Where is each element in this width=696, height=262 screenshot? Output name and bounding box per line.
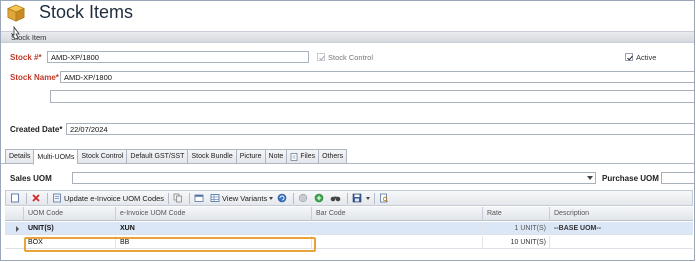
delete-row-button[interactable]: [31, 191, 43, 205]
save-icon: [352, 193, 362, 203]
toolbar-separator: [374, 192, 376, 204]
description-cell[interactable]: [550, 236, 693, 249]
grid-header: UOM Code e-Invoice UOM Code Bar Code Rat…: [5, 207, 693, 221]
toolbar-separator: [347, 192, 349, 204]
box-icon: [7, 4, 25, 22]
find-button[interactable]: [330, 191, 343, 205]
row-indicator-header: [5, 207, 24, 221]
preview-button[interactable]: [379, 191, 391, 205]
tab-stock-control[interactable]: Stock Control: [77, 149, 127, 164]
toolbar-separator: [47, 192, 48, 204]
title-bar: Stock Items: [1, 1, 694, 28]
toolbar-separator: [189, 192, 191, 204]
rate-cell[interactable]: 1 UNIT(S): [483, 222, 550, 235]
table-row[interactable]: UNIT(S) XUN 1 UNIT(S) --BASE UOM--: [5, 222, 693, 235]
sales-uom-select[interactable]: [72, 172, 596, 184]
copy-button[interactable]: [173, 191, 185, 205]
stock-control-label: Stock Control: [328, 53, 374, 62]
stock-items-window: Stock Items Stock Item Stock #* AMD-XP/1…: [0, 0, 695, 261]
section-header: Stock Item: [1, 31, 694, 43]
add-green-button[interactable]: [314, 191, 326, 205]
page-title: Stock Items: [39, 2, 134, 22]
toolbar-separator: [293, 192, 295, 204]
dropdown-arrow-icon: [366, 196, 371, 200]
plus-circle-icon: [314, 193, 324, 203]
column-header[interactable]: UOM Code: [24, 207, 116, 221]
copy-icon: [173, 193, 182, 203]
current-row-icon: [16, 226, 19, 232]
stock-name-field[interactable]: AMD-XP/1800: [60, 71, 694, 83]
einvoice-uom-cell[interactable]: XUN: [116, 222, 312, 235]
tab-others[interactable]: Others: [318, 149, 348, 164]
mouse-cursor-icon: [11, 26, 20, 40]
stock-control-checkbox[interactable]: [317, 53, 325, 61]
uom-code-cell[interactable]: UNIT(S): [24, 222, 116, 235]
tab-files[interactable]: Files: [286, 149, 319, 164]
description-cell[interactable]: --BASE UOM--: [550, 222, 693, 235]
attachment-icon: [290, 152, 298, 161]
update-einvoice-uom-button[interactable]: Update e-Invoice UOM Codes: [52, 191, 164, 205]
view-variants-button[interactable]: View Variants: [210, 191, 274, 205]
tab-details[interactable]: Details: [5, 149, 34, 164]
window-icon: [194, 194, 204, 202]
refresh-button[interactable]: [277, 191, 289, 205]
tab-strip: Details Multi-UOMs Stock Control Default…: [5, 149, 348, 165]
stock-name-2-field[interactable]: [50, 90, 694, 103]
rate-cell[interactable]: 10 UNIT(S): [483, 236, 550, 249]
bar-code-cell[interactable]: [312, 222, 483, 235]
grid-toolbar: Update e-Invoice UOM Codes View Variants: [5, 190, 693, 206]
dropdown-arrow-icon: [269, 196, 274, 200]
column-header[interactable]: e-Invoice UOM Code: [116, 207, 312, 221]
tab-note[interactable]: Note: [264, 149, 287, 164]
new-document-icon: [11, 193, 19, 203]
tab-stock-bundle[interactable]: Stock Bundle: [187, 149, 236, 164]
active-label: Active: [636, 53, 657, 62]
tab-picture[interactable]: Picture: [235, 149, 265, 164]
grid-view-icon: [210, 194, 220, 202]
highlight-annotation: [24, 237, 316, 252]
delete-x-icon: [32, 194, 40, 202]
bar-code-cell[interactable]: [312, 236, 483, 249]
purchase-uom-label: Purchase UOM: [602, 174, 659, 183]
column-header[interactable]: Description: [550, 207, 693, 221]
toolbar-separator: [168, 192, 170, 204]
sales-uom-label: Sales UOM: [10, 174, 52, 183]
stock-name-label: Stock Name*: [10, 73, 59, 82]
circle-disabled-icon: [299, 193, 308, 203]
refresh-icon: [277, 193, 287, 203]
column-header[interactable]: Bar Code: [312, 207, 483, 221]
new-row-button[interactable]: [10, 191, 22, 205]
column-header[interactable]: Rate: [483, 207, 550, 221]
open-window-button[interactable]: [194, 191, 206, 205]
stock-no-field[interactable]: AMD-XP/1800: [47, 51, 309, 63]
document-search-icon: [380, 193, 389, 203]
document-update-icon: [53, 193, 61, 203]
created-date-label: Created Date*: [10, 125, 63, 134]
save-layout-button[interactable]: [352, 191, 371, 205]
chevron-down-icon: [587, 176, 593, 180]
purchase-uom-select[interactable]: [661, 172, 694, 184]
stock-no-label: Stock #*: [10, 53, 42, 62]
disabled-button[interactable]: [298, 191, 310, 205]
tab-default-gst-sst[interactable]: Default GST/SST: [126, 149, 188, 164]
tab-multi-uoms[interactable]: Multi-UOMs: [33, 149, 78, 165]
created-date-field[interactable]: 22/07/2024: [66, 123, 694, 135]
binoculars-icon: [330, 196, 341, 202]
active-checkbox[interactable]: [625, 53, 633, 61]
toolbar-separator: [26, 192, 27, 204]
